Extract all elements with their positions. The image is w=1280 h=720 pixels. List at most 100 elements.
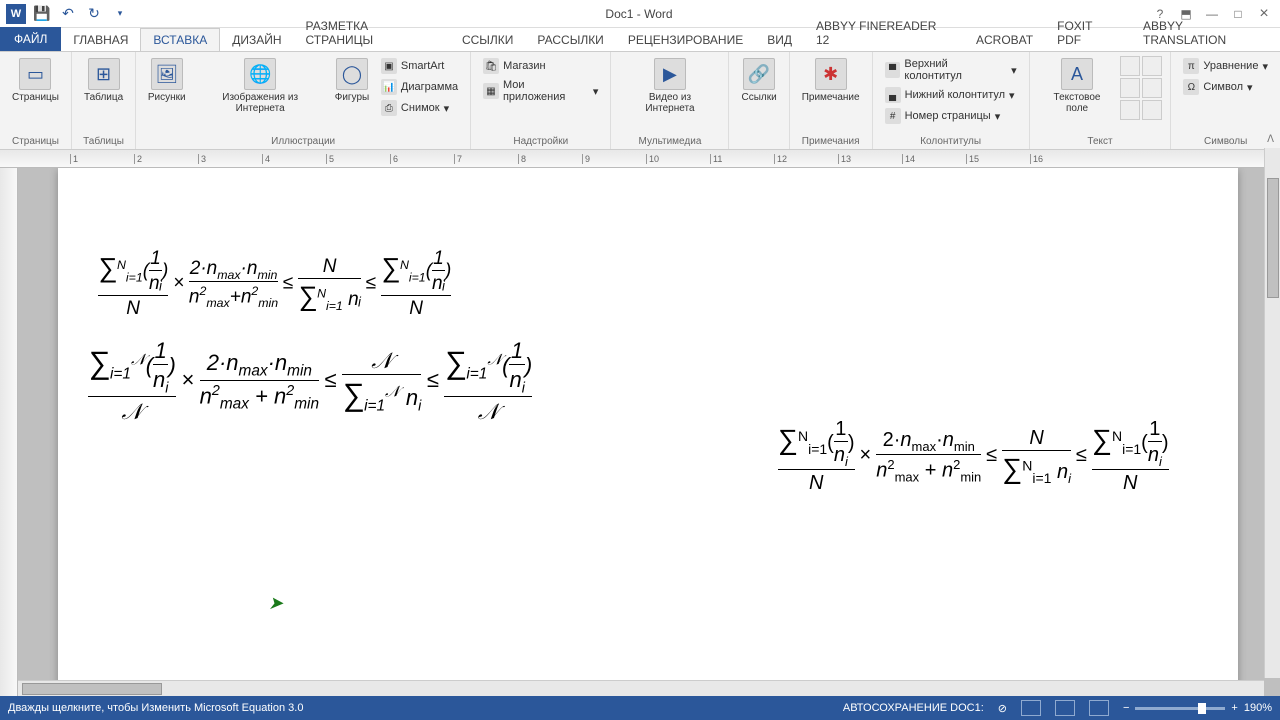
equation-2-object[interactable]: ∑i=1𝒩(1ni)𝒩 × 2·nmax·nminn2max + n2min ≤… bbox=[88, 338, 532, 425]
horizontal-scrollbar[interactable] bbox=[18, 680, 1264, 696]
ribbon-tabs: ФАЙЛ ГЛАВНАЯ ВСТАВКА ДИЗАЙН РАЗМЕТКА СТР… bbox=[0, 28, 1280, 52]
zoom-in-button[interactable]: + bbox=[1231, 702, 1237, 714]
group-pages: ▭ Страницы Страницы bbox=[0, 52, 72, 149]
group-addins: 🛍Магазин ▦Мои приложения ▾ Надстройки bbox=[471, 52, 611, 149]
status-bar: Дважды щелкните, чтобы Изменить Microsof… bbox=[0, 696, 1280, 720]
tab-design[interactable]: ДИЗАЙН bbox=[220, 29, 293, 51]
quick-access-toolbar: W 💾 ↶ ↻ ▾ bbox=[0, 4, 130, 24]
date-button[interactable] bbox=[1120, 100, 1140, 120]
pictures-icon: 🖼 bbox=[151, 58, 183, 90]
view-print-button[interactable] bbox=[1055, 700, 1075, 716]
zoom-thumb[interactable] bbox=[1198, 703, 1206, 714]
store-button[interactable]: 🛍Магазин bbox=[479, 56, 602, 76]
tab-view[interactable]: ВИД bbox=[755, 29, 804, 51]
object-button[interactable] bbox=[1142, 100, 1162, 120]
vertical-scrollbar[interactable] bbox=[1264, 148, 1280, 678]
text-mini-buttons bbox=[1120, 56, 1162, 120]
window-title: Doc1 - Word bbox=[130, 7, 1148, 21]
dropcap-button[interactable] bbox=[1120, 78, 1140, 98]
online-pictures-button[interactable]: 🌐Изображения из Интернета bbox=[193, 56, 327, 116]
save-icon[interactable]: 💾 bbox=[32, 4, 52, 24]
qat-dropdown-icon[interactable]: ▾ bbox=[110, 4, 130, 24]
view-read-button[interactable] bbox=[1021, 700, 1041, 716]
pictures-button[interactable]: 🖼Рисунки bbox=[144, 56, 189, 105]
header-icon: ▀ bbox=[885, 62, 901, 78]
table-icon: ⊞ bbox=[88, 58, 120, 90]
tab-abbyy-fr[interactable]: ABBYY FineReader 12 bbox=[804, 15, 964, 51]
symbol-button[interactable]: ΩСимвол ▾ bbox=[1179, 77, 1272, 97]
symbol-icon: Ω bbox=[1183, 79, 1199, 95]
page-number-button[interactable]: #Номер страницы ▾ bbox=[881, 106, 1021, 126]
equation-icon: π bbox=[1183, 58, 1199, 74]
tab-file[interactable]: ФАЙЛ bbox=[0, 27, 61, 51]
page-background: ∑Ni=1(1nᵢ)N × 2·nmax·nminn2max+n2min ≤ N… bbox=[18, 168, 1280, 698]
group-comments: ✱Примечание Примечания bbox=[790, 52, 873, 149]
textbox-icon: A bbox=[1061, 58, 1093, 90]
smartart-button[interactable]: ▣SmartArt bbox=[377, 56, 462, 76]
signature-button[interactable] bbox=[1142, 78, 1162, 98]
footer-button[interactable]: ▄Нижний колонтитул ▾ bbox=[881, 85, 1021, 105]
equation-button[interactable]: πУравнение ▾ bbox=[1179, 56, 1272, 76]
smartart-icon: ▣ bbox=[381, 58, 397, 74]
video-icon: ▶ bbox=[654, 58, 686, 90]
quickparts-button[interactable] bbox=[1120, 56, 1140, 76]
status-icon[interactable]: ⊘ bbox=[998, 702, 1007, 715]
tab-insert[interactable]: ВСТАВКА bbox=[140, 28, 220, 51]
zoom-out-button[interactable]: − bbox=[1123, 702, 1129, 714]
tab-abbyy-tr[interactable]: ABBYY Translation bbox=[1131, 15, 1280, 51]
status-message: Дважды щелкните, чтобы Изменить Microsof… bbox=[8, 702, 303, 714]
tab-review[interactable]: РЕЦЕНЗИРОВАНИЕ bbox=[616, 29, 755, 51]
view-web-button[interactable] bbox=[1089, 700, 1109, 716]
tab-references[interactable]: ССЫЛКИ bbox=[450, 29, 525, 51]
mouse-cursor-icon: ➤ bbox=[268, 593, 283, 614]
header-button[interactable]: ▀Верхний колонтитул ▾ bbox=[881, 56, 1021, 84]
ribbon-collapse-icon[interactable]: ᐱ bbox=[1267, 134, 1274, 145]
group-illustrations: 🖼Рисунки 🌐Изображения из Интернета ◯Фигу… bbox=[136, 52, 471, 149]
online-pictures-icon: 🌐 bbox=[244, 58, 276, 90]
tab-home[interactable]: ГЛАВНАЯ bbox=[61, 29, 140, 51]
tab-foxit[interactable]: Foxit PDF bbox=[1045, 15, 1131, 51]
scroll-thumb[interactable] bbox=[22, 683, 162, 695]
document-page[interactable]: ∑Ni=1(1nᵢ)N × 2·nmax·nminn2max+n2min ≤ N… bbox=[58, 168, 1238, 698]
vertical-ruler[interactable] bbox=[0, 168, 18, 698]
document-area: ∑Ni=1(1nᵢ)N × 2·nmax·nminn2max+n2min ≤ N… bbox=[0, 168, 1280, 698]
ribbon: ▭ Страницы Страницы ⊞ Таблица Таблицы 🖼Р… bbox=[0, 52, 1280, 150]
equation-1[interactable]: ∑Ni=1(1nᵢ)N × 2·nmax·nminn2max+n2min ≤ N… bbox=[98, 248, 451, 320]
store-icon: 🛍 bbox=[483, 58, 499, 74]
redo-icon[interactable]: ↻ bbox=[84, 4, 104, 24]
undo-icon[interactable]: ↶ bbox=[58, 4, 78, 24]
page-icon: ▭ bbox=[19, 58, 51, 90]
pagenum-icon: # bbox=[885, 108, 901, 124]
screenshot-button[interactable]: ⎙Снимок ▾ bbox=[377, 98, 462, 118]
apps-icon: ▦ bbox=[483, 83, 499, 99]
chart-button[interactable]: 📊Диаграмма bbox=[377, 77, 462, 97]
tab-acrobat[interactable]: ACROBAT bbox=[964, 29, 1045, 51]
online-video-button[interactable]: ▶Видео из Интернета bbox=[619, 56, 720, 116]
footer-icon: ▄ bbox=[885, 87, 901, 103]
comment-icon: ✱ bbox=[815, 58, 847, 90]
equation-3[interactable]: ∑Ni=1(1ni)N × 2·nmax·nminn2max + n2min ≤… bbox=[778, 418, 1169, 495]
shapes-button[interactable]: ◯Фигуры bbox=[331, 56, 373, 105]
group-symbols: πУравнение ▾ ΩСимвол ▾ Символы bbox=[1171, 52, 1280, 149]
horizontal-ruler[interactable]: 1 2 3 4 5 6 7 8 9 10 11 12 13 14 15 16 bbox=[0, 150, 1280, 168]
chart-icon: 📊 bbox=[381, 79, 397, 95]
tab-page-layout[interactable]: РАЗМЕТКА СТРАНИЦЫ bbox=[294, 15, 450, 51]
table-button[interactable]: ⊞ Таблица bbox=[80, 56, 127, 105]
link-icon: 🔗 bbox=[743, 58, 775, 90]
screenshot-icon: ⎙ bbox=[381, 100, 397, 116]
pages-button[interactable]: ▭ Страницы bbox=[8, 56, 63, 105]
shapes-icon: ◯ bbox=[336, 58, 368, 90]
links-button[interactable]: 🔗Ссылки bbox=[737, 56, 780, 105]
myapps-button[interactable]: ▦Мои приложения ▾ bbox=[479, 77, 602, 105]
group-text: AТекстовое поле Текст bbox=[1030, 52, 1172, 149]
scroll-thumb[interactable] bbox=[1267, 178, 1279, 298]
wordart-button[interactable] bbox=[1142, 56, 1162, 76]
word-icon: W bbox=[6, 4, 26, 24]
group-header-footer: ▀Верхний колонтитул ▾ ▄Нижний колонтитул… bbox=[873, 52, 1030, 149]
comment-button[interactable]: ✱Примечание bbox=[798, 56, 864, 105]
tab-mailings[interactable]: РАССЫЛКИ bbox=[525, 29, 615, 51]
textbox-button[interactable]: AТекстовое поле bbox=[1038, 56, 1117, 116]
zoom-slider[interactable] bbox=[1135, 707, 1225, 710]
group-links: 🔗Ссылки bbox=[729, 52, 789, 149]
zoom-level[interactable]: 190% bbox=[1244, 702, 1272, 714]
